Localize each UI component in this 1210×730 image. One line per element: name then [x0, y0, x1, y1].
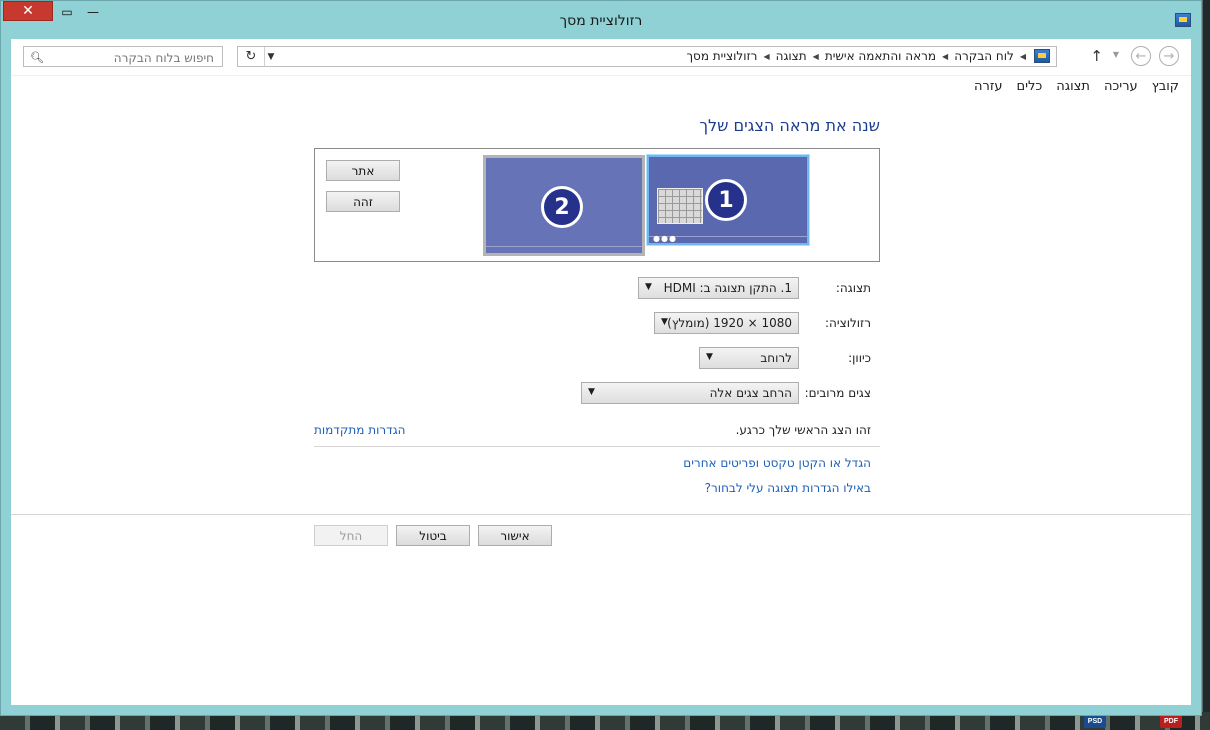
back-arrow-icon[interactable]: ←	[1131, 46, 1151, 66]
resolution-select-value: 1080 × 1920 (מומלץ)	[667, 316, 792, 330]
psd-file-icon[interactable]: PSD	[1084, 714, 1106, 728]
display-label: תצוגה:	[835, 281, 871, 295]
primary-display-text: זהו הצג הראשי שלך כרגע.	[735, 423, 871, 437]
control-panel-icon	[1034, 49, 1050, 63]
address-row: 🔍︎ ↻ ▼ ◀ לוח הבקרה ◀ מראה והתאמה אישית ◀…	[11, 39, 1191, 75]
text-size-link[interactable]: הגדל או הקטן טקסט ופריטים אחרים	[683, 456, 871, 470]
which-settings-link[interactable]: באילו הגדרות תצוגה עלי לבחור?	[705, 481, 871, 495]
breadcrumb: ◀ לוח הבקרה ◀ מראה והתאמה אישית ◀ תצוגה …	[687, 49, 1050, 63]
breadcrumb-appearance[interactable]: מראה והתאמה אישית	[825, 49, 936, 63]
refresh-icon[interactable]: ↻	[238, 47, 265, 66]
advanced-settings-link[interactable]: הגדרות מתקדמות	[314, 423, 406, 437]
menu-item-help[interactable]: עזרה	[974, 79, 1002, 94]
chevron-down-icon: ▼	[588, 387, 595, 397]
display-select-value: 1. התקן תצוגה ב: HDMI	[663, 281, 792, 295]
chevron-left-icon[interactable]: ◀	[1020, 52, 1026, 61]
resolution-select[interactable]: 1080 × 1920 (מומלץ) ▼	[654, 312, 799, 334]
multiple-displays-label: צגים מרובים:	[804, 386, 871, 400]
forward-arrow-icon[interactable]: →	[1159, 46, 1179, 66]
monitor-1[interactable]: 1 ●●●	[646, 154, 810, 246]
title-bar[interactable]: ✕ ▭ — רזולוציית מסך	[1, 1, 1201, 39]
search-input[interactable]	[52, 48, 216, 67]
multiple-displays-select-value: הרחב צגים אלה	[709, 386, 792, 400]
identify-button[interactable]: זהה	[326, 191, 400, 212]
display-select[interactable]: 1. התקן תצוגה ב: HDMI ▼	[638, 277, 799, 299]
display-app-icon	[1175, 13, 1191, 27]
search-box[interactable]: 🔍︎	[23, 46, 223, 67]
breadcrumb-control-panel[interactable]: לוח הבקרה	[954, 49, 1014, 63]
menu-item-view[interactable]: תצוגה	[1056, 79, 1090, 94]
cancel-button[interactable]: ביטול	[396, 525, 470, 546]
breadcrumb-display[interactable]: תצוגה	[776, 49, 807, 63]
search-icon: 🔍︎	[30, 51, 44, 64]
resolution-label: רזולוציה:	[825, 316, 871, 330]
orientation-select[interactable]: לרוחב ▼	[699, 347, 799, 369]
pdf-file-icon[interactable]: PDF	[1160, 714, 1182, 728]
monitor-arrangement: אתר זהה 2 1 ●●●	[314, 148, 880, 262]
up-arrow-icon[interactable]: ↑	[1090, 47, 1103, 65]
monitor-2[interactable]: 2	[483, 155, 645, 256]
apply-button[interactable]: החל	[314, 525, 388, 546]
dots-icon: ●●●	[653, 234, 677, 243]
window-title: רזולוציית מסך	[559, 13, 643, 29]
monitor-number-2: 2	[541, 186, 583, 228]
main-content: שנה את מראה הצגים שלך אתר זהה 2 1 ●●● תצ…	[11, 98, 1191, 705]
footer-divider	[11, 514, 1191, 515]
address-bar[interactable]: ↻ ▼ ◀ לוח הבקרה ◀ מראה והתאמה אישית ◀ תצ…	[237, 46, 1057, 67]
address-dropdown-icon[interactable]: ▼	[264, 47, 278, 66]
multiple-displays-select[interactable]: הרחב צגים אלה ▼	[581, 382, 799, 404]
chevron-left-icon[interactable]: ◀	[813, 52, 819, 61]
menu-item-file[interactable]: קובץ	[1152, 79, 1179, 94]
orientation-label: כיוון:	[848, 351, 871, 365]
menu-item-edit[interactable]: עריכה	[1104, 79, 1138, 94]
ok-button[interactable]: אישור	[478, 525, 552, 546]
chevron-left-icon[interactable]: ◀	[763, 52, 769, 61]
start-screen-icon	[657, 188, 703, 224]
menu-item-tools[interactable]: כלים	[1016, 79, 1042, 94]
chevron-down-icon: ▼	[661, 317, 668, 327]
menu-bar: קובץ עריכה תצוגה כלים עזרה	[11, 75, 1191, 98]
page-title: שנה את מראה הצגים שלך	[699, 116, 880, 135]
chevron-down-icon: ▼	[706, 352, 713, 362]
recent-dropdown-icon[interactable]: ▼	[1113, 50, 1119, 59]
monitor-number-1: 1	[705, 179, 747, 221]
divider	[314, 446, 880, 447]
chevron-left-icon[interactable]: ◀	[942, 52, 948, 61]
orientation-select-value: לרוחב	[760, 351, 792, 365]
screen-resolution-window: ✕ ▭ — רזולוציית מסך 🔍︎ ↻ ▼ ◀ לוח הבקרה ◀…	[0, 0, 1202, 716]
chevron-down-icon: ▼	[645, 282, 652, 292]
detect-button[interactable]: אתר	[326, 160, 400, 181]
breadcrumb-screen-resolution[interactable]: רזולוציית מסך	[687, 49, 758, 63]
